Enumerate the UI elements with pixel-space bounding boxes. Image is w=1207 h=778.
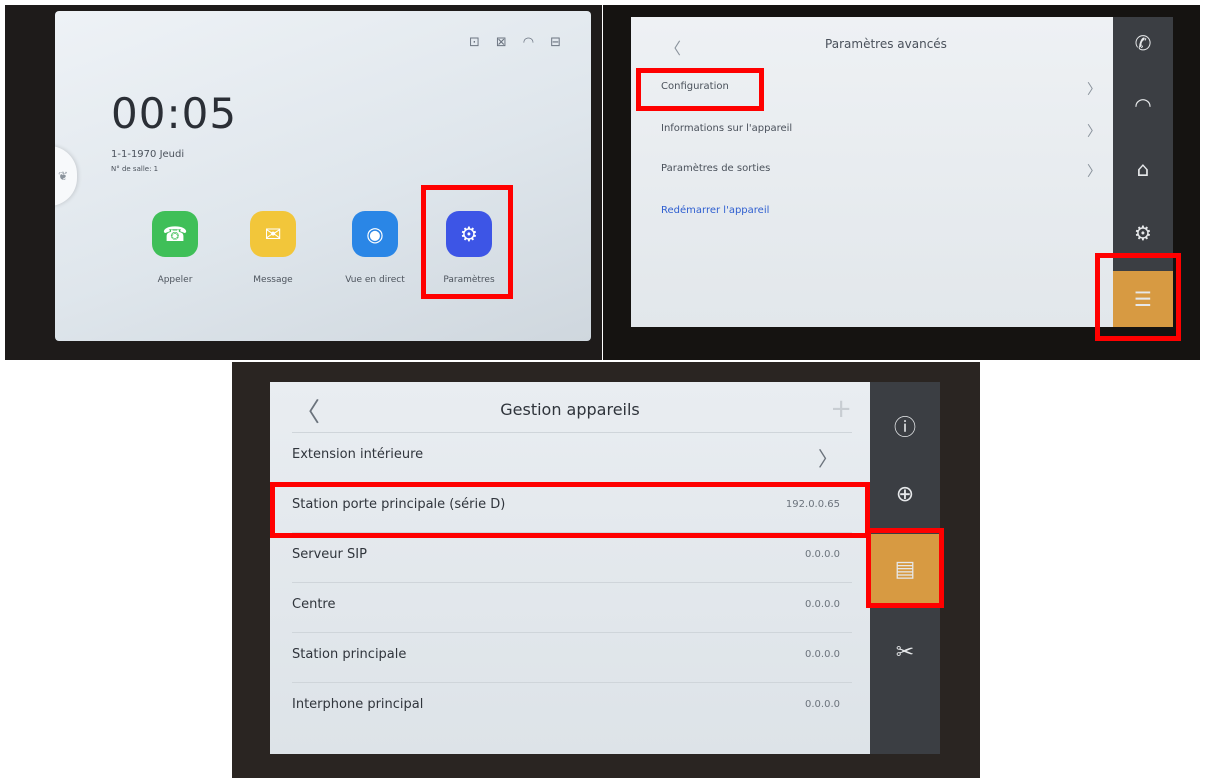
row-center[interactable]: Centre 0.0.0.0	[292, 582, 852, 632]
app-live-view-label: Vue en direct	[345, 275, 405, 285]
app-message-label: Message	[253, 275, 293, 285]
app-call-button[interactable]: ☎ Appeler	[140, 211, 210, 285]
home-screen: ⊡ ⊠ ◠ ⊟ ❦ 00:05 1-1-1970 Jeudi N° de sal…	[55, 11, 591, 341]
add-icon[interactable]: +	[830, 394, 852, 424]
app-message-button[interactable]: ✉ Message	[238, 211, 308, 285]
info-icon[interactable]: ⓘ	[870, 410, 940, 442]
row-device-info[interactable]: Informations sur l'appareil 〉	[661, 123, 1101, 140]
advanced-settings-screen: 〈 Paramètres avancés Configuration 〉 Inf…	[631, 17, 1141, 327]
chevron-right-icon: 〉	[1087, 82, 1101, 98]
advanced-menu-icon[interactable]: ☰	[1113, 271, 1173, 327]
chevron-right-icon: 〉	[1087, 164, 1101, 180]
status-bar: ⊡ ⊠ ◠ ⊟	[469, 35, 561, 50]
clock-date: 1-1-1970 Jeudi	[111, 149, 185, 160]
device-sidebar: ⓘ ⊕ ▤ ✂	[870, 382, 940, 754]
row-main-door-station-label: Station porte principale (série D)	[292, 497, 506, 512]
wifi-status-icon: ◠	[522, 35, 535, 50]
composite-screenshot: ⊡ ⊠ ◠ ⊟ ❦ 00:05 1-1-1970 Jeudi N° de sal…	[0, 0, 1207, 778]
call-settings-icon[interactable]: ✆	[1113, 31, 1173, 55]
wifi-icon[interactable]: ◠	[1113, 93, 1173, 117]
row-main-intercom-value: 0.0.0.0	[805, 699, 840, 710]
gear-icon: ⚙	[446, 211, 492, 257]
restart-device-label: Redémarrer l'appareil	[661, 205, 770, 216]
tools-icon[interactable]: ✂	[870, 640, 940, 665]
row-output-settings-label: Paramètres de sorties	[661, 163, 771, 174]
row-main-door-station-value: 192.0.0.65	[785, 499, 840, 510]
app-settings-button[interactable]: ⚙ Paramètres	[434, 211, 504, 285]
row-indoor-extension-label: Extension intérieure	[292, 447, 424, 462]
clock-time: 00:05	[111, 89, 238, 138]
restart-device-button[interactable]: Redémarrer l'appareil	[661, 205, 1101, 216]
row-output-settings[interactable]: Paramètres de sorties 〉	[661, 163, 1101, 180]
side-drawer-handle[interactable]: ❦	[55, 146, 77, 206]
device-management-icon[interactable]: ▤	[870, 534, 940, 606]
app-call-label: Appeler	[157, 275, 193, 285]
row-main-door-station[interactable]: Station porte principale (série D) 192.0…	[292, 482, 852, 532]
row-center-value: 0.0.0.0	[805, 599, 840, 610]
unread-status-icon: ⊠	[495, 35, 507, 50]
advanced-settings-photo: 〈 Paramètres avancés Configuration 〉 Inf…	[603, 5, 1200, 360]
record-status-icon: ⊟	[550, 35, 561, 50]
advanced-sidebar: ✆ ◠ ⌂ ⚙ ☰	[1113, 17, 1173, 327]
room-number: N° de salle: 1	[111, 165, 159, 173]
row-sip-server-value: 0.0.0.0	[805, 549, 840, 560]
app-settings-label: Paramètres	[443, 275, 495, 285]
row-main-station[interactable]: Station principale 0.0.0.0	[292, 632, 852, 682]
chevron-right-icon: 〉	[818, 447, 838, 471]
row-main-station-value: 0.0.0.0	[805, 649, 840, 660]
gear-icon[interactable]: ⚙	[1113, 221, 1173, 245]
device-management-screen: 〈 Gestion appareils + Extension intérieu…	[270, 382, 870, 754]
camera-icon: ◉	[352, 211, 398, 257]
row-sip-server-label: Serveur SIP	[292, 547, 367, 562]
alarm-status-icon: ⊡	[468, 35, 480, 50]
page-title: Gestion appareils	[500, 400, 640, 419]
home-icon[interactable]: ⌂	[1113, 157, 1173, 181]
row-center-label: Centre	[292, 597, 336, 612]
phone-icon: ☎	[152, 211, 198, 257]
row-sip-server[interactable]: Serveur SIP 0.0.0.0	[292, 532, 852, 582]
row-configuration-label: Configuration	[661, 81, 729, 92]
envelope-icon: ✉	[250, 211, 296, 257]
app-live-view-button[interactable]: ◉ Vue en direct	[340, 211, 410, 285]
globe-icon[interactable]: ⊕	[870, 482, 940, 507]
row-main-station-label: Station principale	[292, 647, 407, 662]
row-device-info-label: Informations sur l'appareil	[661, 123, 793, 134]
page-title: Paramètres avancés	[825, 37, 947, 51]
row-configuration[interactable]: Configuration 〉	[661, 81, 1101, 98]
leaf-icon: ❦	[57, 169, 69, 183]
row-indoor-extension[interactable]: Extension intérieure 〉	[292, 432, 852, 482]
row-main-intercom-label: Interphone principal	[292, 697, 424, 712]
device-management-photo: 〈 Gestion appareils + Extension intérieu…	[232, 362, 980, 778]
chevron-right-icon: 〉	[1087, 124, 1101, 140]
home-screen-photo: ⊡ ⊠ ◠ ⊟ ❦ 00:05 1-1-1970 Jeudi N° de sal…	[5, 5, 602, 360]
row-main-intercom[interactable]: Interphone principal 0.0.0.0	[292, 682, 852, 732]
